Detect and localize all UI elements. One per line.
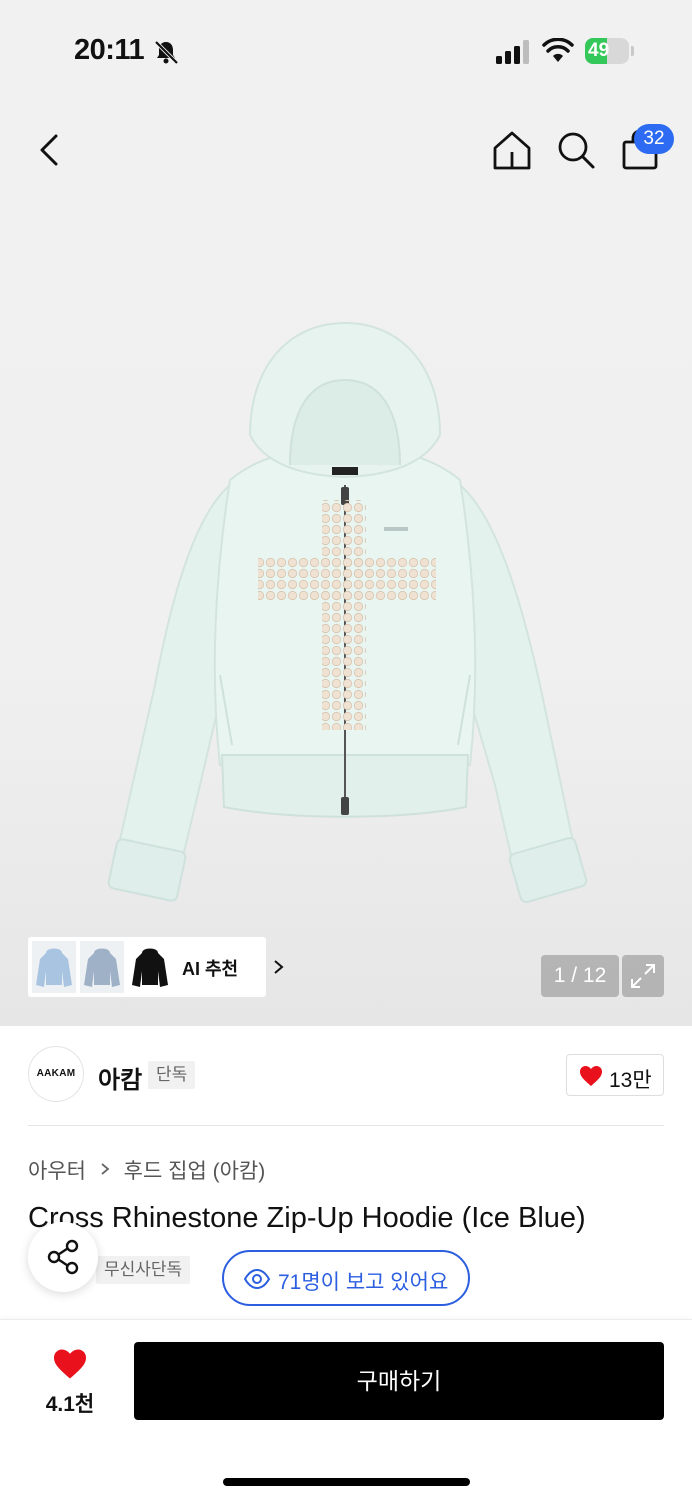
brand-like-button[interactable]: 13만 [566, 1054, 664, 1096]
product-image [107, 321, 588, 903]
chevron-left-icon[interactable] [30, 128, 70, 172]
exclusive-tag: 단독 [148, 1061, 196, 1089]
viewers-text: 71명이 보고 있어요 [278, 1271, 449, 1294]
wifi-icon [542, 38, 574, 62]
recommend-thumbnail[interactable] [80, 941, 124, 993]
battery-charging-icon: 49 [585, 38, 635, 64]
cart-count-badge: 32 [634, 124, 674, 154]
recommend-thumbnail[interactable] [128, 941, 172, 993]
breadcrumb: 아우터 후드 집업 (아캄) [28, 1155, 265, 1183]
chevron-right-icon [274, 960, 284, 974]
breadcrumb-subcategory[interactable]: 후드 집업 (아캄) [124, 1155, 266, 1185]
brand-logo[interactable]: AAKAM [28, 1046, 84, 1102]
brand-row: AAKAM 아캄 단독 13만 [0, 1046, 692, 1106]
chevron-right-icon [101, 1162, 110, 1175]
breadcrumb-category[interactable]: 아우터 [28, 1155, 86, 1185]
wishlist-heart-icon[interactable] [52, 1348, 88, 1380]
product-image-gallery[interactable]: 32 AI 추천 1 / 12 [0, 100, 692, 1026]
divider [28, 1125, 664, 1126]
store-exclusive-tag: 무신사단독 [96, 1256, 191, 1284]
battery-level: 49 [588, 40, 610, 61]
bell-slash-icon [154, 40, 179, 65]
buy-button[interactable]: 구매하기 [134, 1342, 664, 1420]
eye-icon [244, 1269, 270, 1289]
wishlist-count: 4.1천 [45, 1393, 95, 1416]
heart-icon [580, 1066, 602, 1086]
ai-recommend-label[interactable]: AI 추천 [182, 955, 238, 981]
share-icon [47, 1239, 79, 1275]
home-indicator[interactable] [223, 1478, 470, 1486]
bottom-action-bar: 4.1천 구매하기 [0, 1319, 692, 1500]
product-title: Cross Rhinestone Zip-Up Hoodie (Ice Blue… [28, 1202, 586, 1234]
home-icon[interactable] [490, 128, 534, 172]
viewers-badge: 71명이 보고 있어요 [222, 1250, 470, 1306]
expand-icon[interactable] [622, 955, 664, 997]
status-time: 20:11 [74, 34, 145, 66]
status-bar: 20:11 49 [0, 0, 692, 100]
search-icon[interactable] [554, 128, 598, 172]
ai-recommend-card[interactable]: AI 추천 [28, 937, 284, 997]
brand-name[interactable]: 아캄 [98, 1060, 142, 1095]
brand-like-count: 13만 [609, 1069, 652, 1092]
share-button[interactable] [28, 1222, 98, 1292]
cellular-signal-icon [496, 40, 529, 64]
recommend-thumbnail[interactable] [32, 941, 76, 993]
image-page-indicator: 1 / 12 [541, 955, 619, 997]
